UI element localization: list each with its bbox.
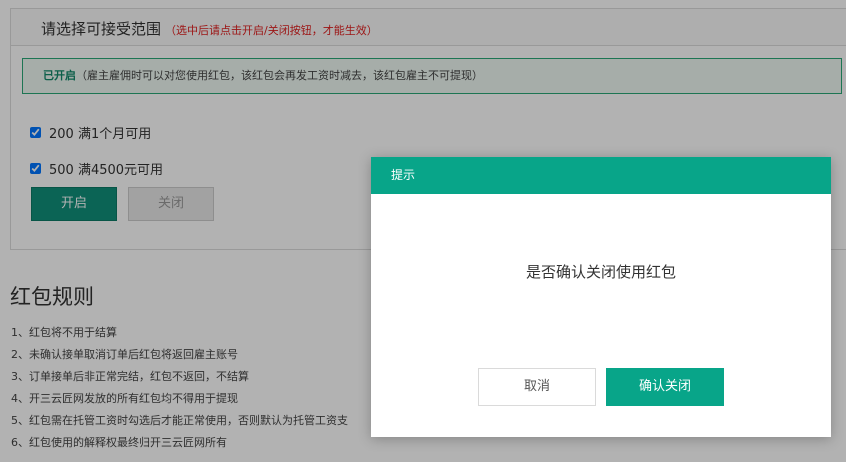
confirm-dialog: 提示 是否确认关闭使用红包 取消 确认关闭	[371, 157, 831, 437]
confirm-close-button[interactable]: 确认关闭	[606, 368, 724, 406]
cancel-button[interactable]: 取消	[478, 368, 596, 406]
dialog-message: 是否确认关闭使用红包	[525, 263, 676, 281]
dialog-title: 提示	[371, 157, 831, 194]
